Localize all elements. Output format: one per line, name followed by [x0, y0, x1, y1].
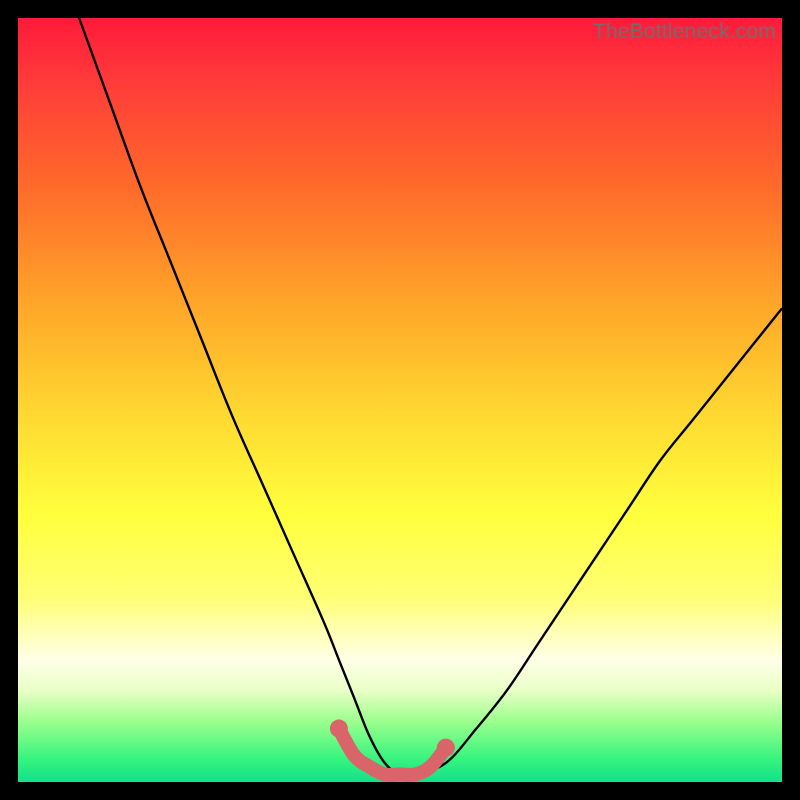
chart-plot-area: TheBottleneck.com	[18, 18, 782, 782]
chart-frame: TheBottleneck.com	[0, 0, 800, 800]
optimal-range-highlight	[339, 729, 446, 775]
highlight-endpoint-dot	[437, 739, 455, 757]
bottleneck-curve-path	[79, 18, 782, 776]
highlight-endpoint-dot	[330, 720, 348, 738]
chart-svg	[18, 18, 782, 782]
